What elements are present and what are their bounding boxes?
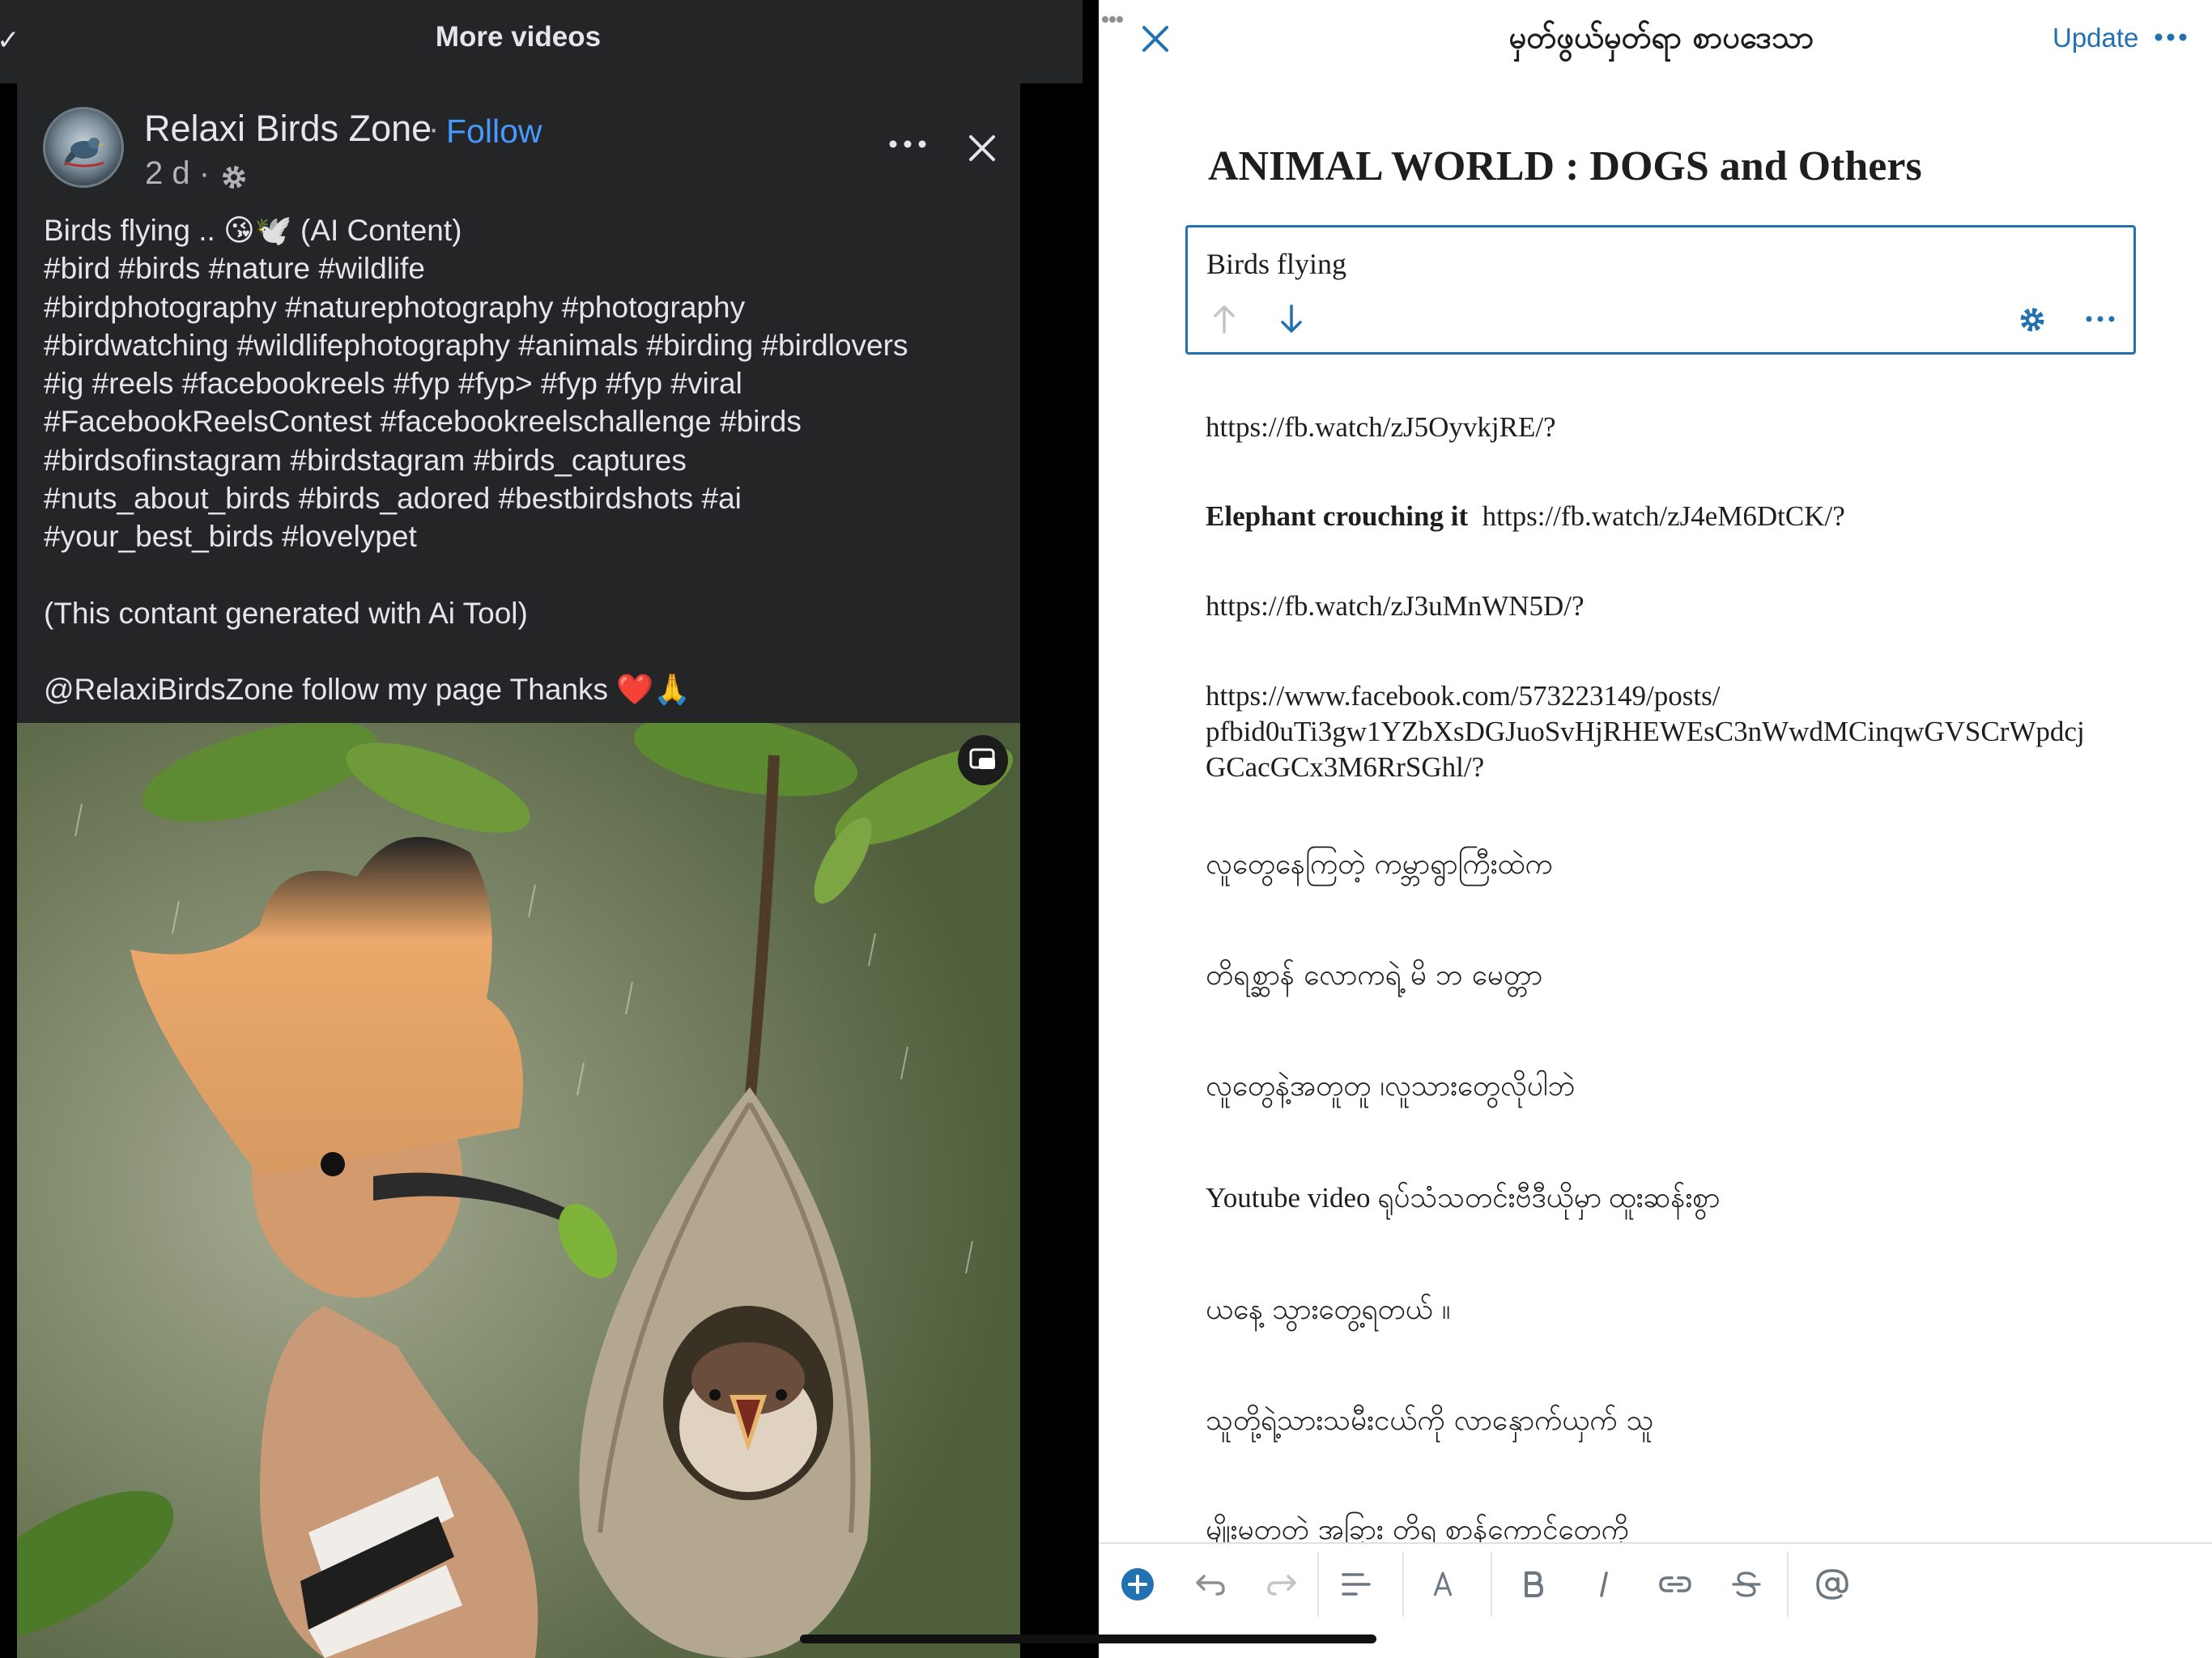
mention-button[interactable] <box>1810 1562 1855 1607</box>
paragraph-myanmar[interactable]: သူတို့ရဲ့သားသမီးငယ်ကို လာနှောက်ယှက် သူ <box>1206 1403 1653 1439</box>
caption-line[interactable]: #birdwatching #wildlifephotography #anim… <box>44 326 1015 364</box>
close-icon[interactable] <box>1139 23 1172 55</box>
paragraph-elephant[interactable]: Elephant crouching it https://fb.watch/z… <box>1206 499 1845 534</box>
paragraph-link[interactable]: https://fb.watch/zJ3uMnWN5D/? <box>1206 589 1585 624</box>
add-block-icon <box>1121 1568 1154 1601</box>
caption-footer[interactable]: @RelaxiBirdsZone follow my page Thanks ❤… <box>44 670 1015 708</box>
paragraph-line: https://www.facebook.com/573223149/posts… <box>1206 680 1721 712</box>
more-options-icon[interactable] <box>2154 32 2188 42</box>
update-button[interactable]: Update <box>2052 23 2138 53</box>
toolbar-separator <box>1787 1552 1789 1617</box>
caption-note: (This contant generated with Ai Tool) <box>44 596 528 630</box>
toolbar-separator <box>1491 1552 1492 1617</box>
block-options-icon[interactable] <box>2084 313 2116 325</box>
paragraph-myanmar[interactable]: လူတွေနေကြတဲ့ ကမ္ဘာရွာကြီးထဲက <box>1206 847 1553 882</box>
follow-button[interactable]: Follow <box>446 113 542 151</box>
close-icon[interactable] <box>964 130 1000 166</box>
paragraph-mixed[interactable]: Youtube video ရုပ်သံသတင်းဗီဒီယိုမှာ ထူးဆ… <box>1206 1180 1720 1216</box>
fb-top-bar: ✓ More videos <box>0 0 1083 83</box>
move-down-icon[interactable] <box>1278 303 1305 335</box>
undo-button[interactable] <box>1188 1562 1233 1607</box>
caption-line: Birds flying .. 😘🕊️ (AI Content) <box>44 214 462 247</box>
caption-line[interactable]: #ig #reels #facebookreels #fyp #fyp> #fy… <box>44 364 1015 402</box>
caption-line[interactable]: #FacebookReelsContest #facebookreelschal… <box>44 402 1015 440</box>
caption-line[interactable]: #birdphotography #naturephotography #pho… <box>44 288 1015 326</box>
paragraph-link[interactable]: https://fb.watch/zJ5OyvkjRE/? <box>1206 410 1556 445</box>
italic-button[interactable] <box>1581 1562 1627 1607</box>
block-settings-gear-icon[interactable] <box>2016 304 2048 336</box>
redo-icon <box>1267 1575 1296 1596</box>
strikethrough-button[interactable] <box>1724 1562 1769 1607</box>
paragraph-bold-text: Elephant crouching it <box>1206 500 1469 532</box>
pip-icon <box>969 748 995 769</box>
home-indicator[interactable] <box>800 1635 1376 1643</box>
block-text[interactable]: Birds flying <box>1206 247 1346 281</box>
caption-line[interactable]: #nuts_about_birds #birds_adored #bestbir… <box>44 479 1015 517</box>
paragraph-long-link[interactable]: https://www.facebook.com/573223149/posts… <box>1206 678 2085 785</box>
redo-button[interactable] <box>1259 1562 1304 1607</box>
link-button[interactable] <box>1653 1562 1698 1607</box>
caption-line[interactable]: #birdsofinstagram #birdstagram #birds_ca… <box>44 441 1015 479</box>
list-view-icon <box>1342 1573 1371 1596</box>
post-caption: Birds flying .. 😘🕊️ (AI Content) #bird #… <box>44 211 1015 708</box>
video-player[interactable] <box>17 723 1020 1658</box>
toolbar-separator <box>1402 1552 1404 1617</box>
caption-line[interactable]: #bird #birds #nature #wildlife <box>44 249 1015 287</box>
selected-paragraph-block[interactable]: Birds flying <box>1185 225 2136 355</box>
caption-line[interactable]: #your_best_birds #lovelypet <box>44 517 1015 555</box>
page-name[interactable]: Relaxi Birds Zone <box>144 108 432 150</box>
toolbar-separator <box>1317 1552 1319 1617</box>
italic-icon <box>1600 1571 1608 1597</box>
page-avatar[interactable] <box>43 107 124 188</box>
move-up-icon[interactable] <box>1210 303 1238 335</box>
bold-button[interactable] <box>1510 1562 1555 1607</box>
undo-icon <box>1196 1575 1225 1596</box>
paragraph-link-text: https://fb.watch/zJ4eM6DtCK/? <box>1482 500 1845 532</box>
hoopoe-nest-illustration <box>17 723 1020 1658</box>
paragraph-line: pfbid0uTi3gw1YZbXsDGJuoSvHjRHEWEsC3nWwdM… <box>1206 716 2085 747</box>
fb-post-card: Relaxi Birds Zone · Follow 2 d · Birds f… <box>17 83 1020 723</box>
paragraph-myanmar[interactable]: လူတွေနဲ့အတူတူ ၊လူသားတွေလိုပါဘဲ <box>1206 1069 1576 1104</box>
add-block-button[interactable] <box>1115 1562 1160 1607</box>
facebook-video-pane: ✓ More videos Relaxi Birds Zone · Follow… <box>0 0 1083 1658</box>
strikethrough-icon <box>1732 1571 1761 1597</box>
mention-icon <box>1816 1569 1848 1600</box>
editor-site-title: မှတ်ဖွယ်မှတ်ရာ စာပဒေသာ <box>1508 19 1814 55</box>
text-color-icon <box>1433 1571 1453 1596</box>
privacy-gear-icon <box>223 166 245 189</box>
picture-in-picture-button[interactable] <box>958 735 1008 785</box>
editor-pane: မှတ်ဖွယ်မှတ်ရာ စာပဒေသာ Update ANIMAL WOR… <box>1099 0 2212 1658</box>
paragraph-myanmar[interactable]: တိရစ္ဆာန် လောကရဲ့ မိ ဘ မေတ္တာ <box>1206 958 1542 993</box>
paragraph-line: GCacGCx3M6RrSGhl/? <box>1206 751 1485 783</box>
more-videos-title[interactable]: More videos <box>0 21 1036 53</box>
list-view-button[interactable] <box>1334 1562 1379 1607</box>
link-icon <box>1659 1576 1691 1592</box>
name-separator-dot: · <box>428 111 440 147</box>
bold-icon <box>1525 1571 1543 1597</box>
text-color-button[interactable] <box>1420 1562 1465 1607</box>
bird-logo-icon <box>64 138 105 168</box>
post-title[interactable]: ANIMAL WORLD : DOGS and Others <box>1208 142 1922 190</box>
paragraph-myanmar[interactable]: ယနေ့ သွားတွေ့ရတယ် ။ <box>1206 1292 1450 1328</box>
post-options-icon[interactable] <box>883 132 932 156</box>
multitasking-dots-icon[interactable] <box>1101 15 1124 24</box>
post-time: 2 d · <box>145 155 211 191</box>
